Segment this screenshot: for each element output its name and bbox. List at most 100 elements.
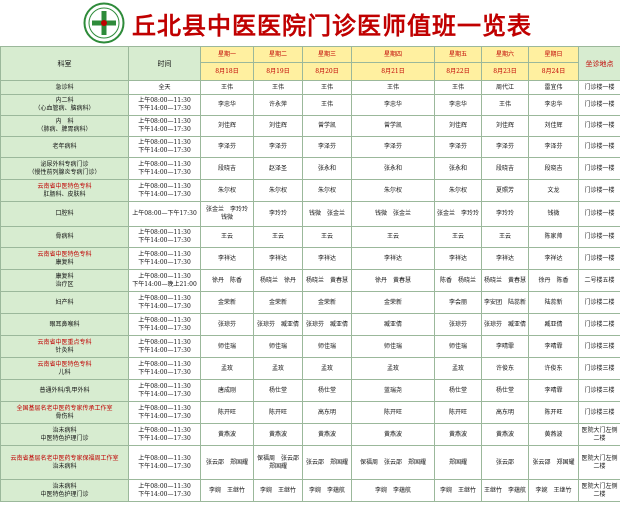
dept-name-line: 眼耳鼻喉科 [49,320,80,328]
dept-name-line: 口腔科 [55,210,74,217]
table-row: 云南省中医特色专科 康复科 上午08:00—11:30 下午14:00—17:30 李祥… [0,247,620,270]
dept-name-line: 治疗区 [55,280,74,288]
table-row: 云南省中医重点专科 针灸科 上午08:00—11:30 下午14:00—17:30 师佳… [0,335,620,358]
header-day: 星期一 [200,46,254,63]
header-row-days: 科室 时间 星期一 星期二 星期三 星期四 星期五 星期六 星期日 坐诊地点 [0,46,620,81]
doctor-cell: 孟玫 [434,357,482,380]
time-line: 下午14:00—17:30 [138,434,191,442]
doctor-cell: 李祥达 [481,247,529,270]
doctor-cell: 钱微 张金兰 [302,201,352,227]
dept-name-line: 治未病科 [52,482,77,490]
doctor-cell: 臧亚倩 [351,313,435,336]
doctor-cell: 李泽芬 [253,136,303,158]
dept-cell: 急诊科 [0,80,129,95]
doctor-cell: 杨晓兰 黄春慧 [481,269,529,292]
time-line: 上午08:00—11:30 [138,426,191,434]
doctor-cell: 李祥达 [434,247,482,270]
doctor-cell: 杨仕堂 [302,379,352,402]
doctor-cell: 王云 [481,226,529,248]
location-cell: 门诊楼三楼 [578,401,620,424]
time-line: 下午14:00—晚上21:00 [132,280,197,288]
doctor-cell: 曾学凯 [302,115,352,137]
time-cell: 上午08:00—11:30 下午14:00—17:30 [128,335,201,358]
header-day: 星期六 [481,46,529,63]
dept-name-line: 骨伤科 [55,412,74,420]
doctor-cell: 张云邵 郑国耀 [200,445,254,480]
dept-cell: 康复科 治疗区 [0,269,129,292]
header-date: 8月22日 [434,62,482,81]
doctor-cell: 徐丹 陈香 [528,269,579,292]
time-cell: 上午08:00—11:30 下午14:00—17:30 [128,179,201,202]
time-line: 上午08:00—下午17:30 [132,210,197,217]
doctor-cell: 金荣新 [200,291,254,314]
doctor-cell: 段晓吉 [481,157,529,180]
table-row: 普通外科/乳甲外科 上午08:00—11:30 下午14:00—17:30 唐成刚 杨仕… [0,379,620,402]
dept-cell: 泌尿外科专病门诊 （慢性前列腺炎专病门诊） [0,157,129,180]
dept-name-line: 康复科 [55,272,74,280]
doctor-cell: 刘佳辉 [200,115,254,137]
doctor-cell: 徐丹 陈香 [200,269,254,292]
table-row: 治未病科 中医特色护理门诊 上午08:00—11:30 下午14:00—17:30 黄燕… [0,423,620,446]
dept-name-line: 肛肠科、皮肤科 [43,190,86,198]
doctor-cell: 张琼芬 [434,313,482,336]
doctor-cell: 陈香 杨晓兰 [434,269,482,292]
doctor-cell: 师佳瑞 [351,335,435,358]
table-row: 内 科（肺病、脾胃病科） 上午08:00—11:30 下午14:00—17:30 刘佳… [0,115,620,137]
doctor-cell: 王继竹 李蕴航 [481,479,529,502]
doctor-cell: 金荣新 [253,291,303,314]
time-line: 全天 [158,83,171,91]
doctor-cell: 保福周 张云邵 郑国耀 [351,445,435,480]
dept-name-line: 云南省中医特色专科 [37,250,92,258]
doctor-cell: 黄燕波 [528,423,579,446]
doctor-cell: 刘佳辉 [481,115,529,137]
doctor-cell: 陈开旺 [253,401,303,424]
doctor-cell: 钱微 [528,201,579,227]
dept-name-line: 泌尿外科专病门诊 [40,160,89,168]
location-cell: 门诊楼一楼 [578,226,620,248]
doctor-cell: 王伟 [434,80,482,95]
time-line: 上午08:00—11:30 [138,272,191,280]
doctor-cell: 李忠华 [351,94,435,116]
doctor-cell: 王伟 [302,94,352,116]
doctor-cell: 李晴霏 [528,335,579,358]
doctor-cell: 师佳瑞 [253,335,303,358]
time-cell: 上午08:00—11:30 下午14:00—17:30 [128,291,201,314]
doctor-cell: 陆蕊新 [528,291,579,314]
time-line: 上午08:00—11:30 [138,118,191,125]
dept-cell: 内二科 （心血管病、脑病科） [0,94,129,116]
doctor-cell: 王云 [434,226,482,248]
doctor-cell: 李忠华 [200,94,254,116]
doctor-cell: 李婉 王继竹 [253,479,303,502]
time-line: 上午08:00—11:30 [138,316,191,324]
table-row: 内二科 （心血管病、脑病科） 上午08:00—11:30 下午14:00—17:30 李… [0,94,620,116]
doctor-cell: 孟玫 [302,357,352,380]
doctor-cell: 李婉 王继竹 [200,479,254,502]
doctor-cell: 张云邵 [481,445,529,480]
page-title: 丘北县中医医院门诊医师值班一览表 [132,11,532,40]
doctor-cell: 杨晓兰 黄春慧 [302,269,352,292]
doctor-cell: 张金兰 李玲玲 钱微 [200,201,254,227]
header-day: 星期二 [253,46,303,63]
doctor-cell: 张云邵 郑国耀 [302,445,352,480]
title-bar: 丘北县中医医院门诊医师值班一览表 [0,0,620,46]
time-cell: 上午08:00—11:30 下午14:00—17:30 [128,379,201,402]
doctor-cell: 段晓吉 [200,157,254,180]
doctor-cell: 徐丹 黄春慧 [351,269,435,292]
doctor-cell: 许俊东 [481,357,529,380]
table-row: 泌尿外科专病门诊 （慢性前列腺炎专病门诊） 上午08:00—11:30 下午14:00… [0,157,620,180]
dept-cell: 眼耳鼻喉科 [0,313,129,336]
dept-name-line: （慢性前列腺炎专病门诊） [28,168,101,176]
header-date: 8月23日 [481,62,529,81]
doctor-cell: 朱尔权 [253,179,303,202]
table-row: 治未病科 中医特色护理门诊 上午08:00—11:30 下午14:00—17:30 李婉… [0,479,620,502]
header-day: 星期三 [302,46,352,63]
doctor-cell: 曾学凯 [351,115,435,137]
location-cell: 门诊楼三楼 [578,379,620,402]
dept-cell: 骨病科 [0,226,129,248]
header-day: 星期五 [434,46,482,63]
time-cell: 上午08:00—11:30 下午14:00—晚上21:00 [128,269,201,292]
time-line: 上午08:00—11:30 [138,360,191,368]
location-cell: 门诊楼一楼 [578,179,620,202]
doctor-cell: 高东明 [302,401,352,424]
doctor-cell: 师佳瑞 [434,335,482,358]
